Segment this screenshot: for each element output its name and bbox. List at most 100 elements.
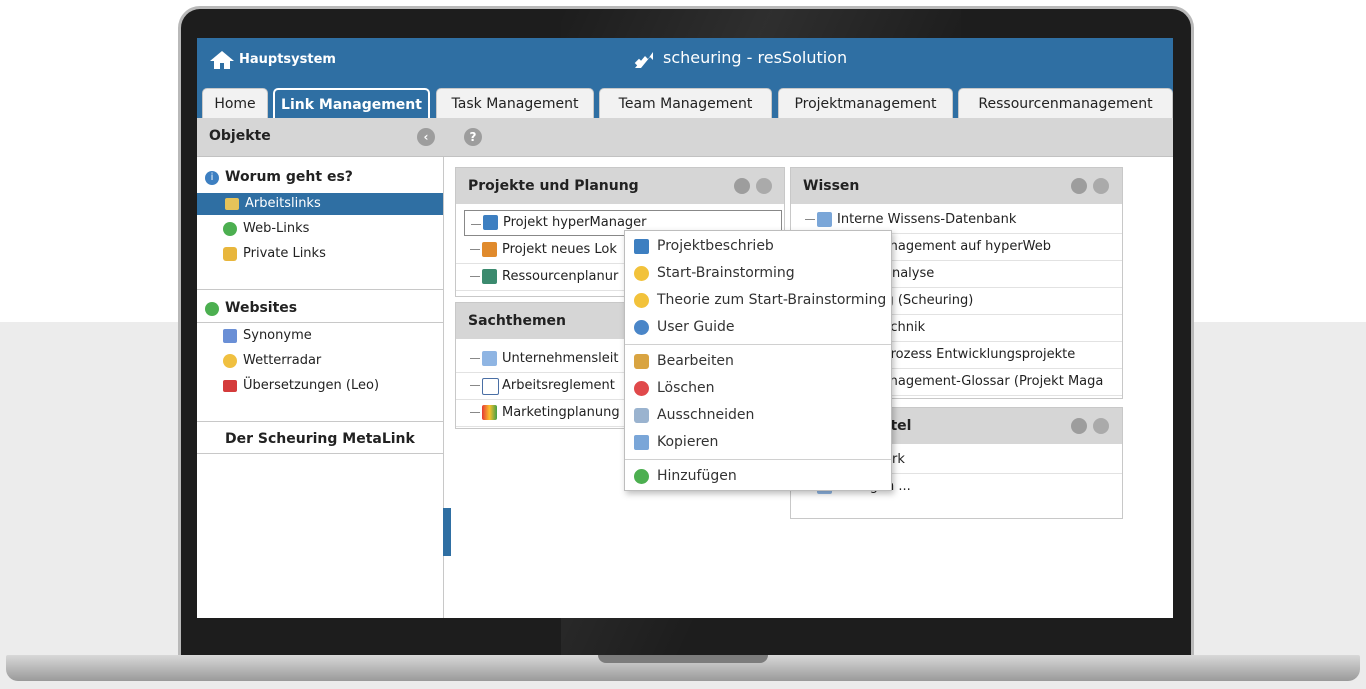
sidebar-splitter[interactable] (443, 508, 451, 556)
tab-ressourcenmanagement[interactable]: Ressourcenmanagement (958, 88, 1173, 118)
globe-icon (205, 302, 219, 316)
help-icon (634, 320, 649, 335)
menu-item-ausschneiden[interactable]: Ausschneiden (625, 402, 891, 428)
copy-icon (634, 435, 649, 450)
objects-bar: Objekte ‹ ? (197, 118, 1173, 157)
document-icon (482, 378, 499, 395)
menu-divider (625, 344, 891, 345)
menu-item-label: Kopieren (657, 434, 719, 450)
brand-logo-icon (634, 52, 653, 68)
chevron-left-icon[interactable]: ‹ (417, 128, 435, 146)
weather-icon (223, 354, 237, 368)
panel-title: Sachthemen (468, 313, 566, 329)
bulb-icon (634, 293, 649, 308)
delete-icon (634, 381, 649, 396)
top-bar: Hauptsystem scheuring - resSolution (197, 38, 1173, 82)
wrench-icon (225, 198, 239, 210)
sidebar: i Worum geht es? Arbeitslinks Web-Links … (197, 157, 444, 618)
menu-item-loeschen[interactable]: Löschen (625, 375, 891, 401)
globe-icon (223, 222, 237, 236)
sidebar-section-title[interactable]: Worum geht es? (225, 169, 353, 185)
sidebar-item-label: Wetterradar (243, 353, 322, 368)
dictionary-icon (223, 329, 237, 343)
chart-icon (482, 269, 497, 284)
list-item-label: Interne Wissens-Datenbank (837, 212, 1017, 227)
menu-item-label: User Guide (657, 319, 735, 335)
document-icon (482, 351, 497, 366)
sidebar-item-wetterradar[interactable]: Wetterradar (223, 350, 443, 372)
system-label[interactable]: Hauptsystem (239, 52, 336, 67)
menu-item-user-guide[interactable]: User Guide (625, 314, 891, 340)
tab-task-management[interactable]: Task Management (436, 88, 594, 118)
help-icon[interactable]: ? (464, 128, 482, 146)
edit-icon (634, 354, 649, 369)
tab-bar: Home Link Management Task Management Tea… (197, 82, 1173, 118)
sidebar-item-label: Arbeitslinks (245, 196, 321, 211)
divider (197, 289, 443, 290)
gear-icon[interactable] (756, 178, 772, 194)
list-item-label: rdprozess Entwicklungsprojekte (869, 347, 1076, 362)
panel-title: Wissen (803, 178, 860, 194)
menu-item-label: Ausschneiden (657, 407, 755, 423)
sidebar-metalink[interactable]: Der Scheuring MetaLink (225, 431, 415, 447)
menu-item-label: Theorie zum Start-Brainstorming (657, 292, 887, 308)
menu-item-bearbeiten[interactable]: Bearbeiten (625, 348, 891, 374)
gear-icon[interactable] (1093, 418, 1109, 434)
list-item-label: management-Glossar (Projekt Maga (869, 374, 1104, 389)
sidebar-item-arbeitslinks[interactable]: Arbeitslinks (197, 193, 443, 215)
list-item-label: Unternehmensleit (502, 351, 619, 366)
menu-item-start-brainstorming[interactable]: Start-Brainstorming (625, 260, 891, 286)
brand-title: scheuring - resSolution (634, 48, 848, 68)
sidebar-item-label: Private Links (243, 246, 326, 261)
add-icon (634, 469, 649, 484)
project-icon (482, 242, 497, 257)
context-menu: Projektbeschrieb Start-Brainstorming The… (624, 230, 892, 491)
menu-item-hinzufuegen[interactable]: Hinzufügen (625, 463, 891, 489)
list-item-label: Arbeitsreglement (502, 378, 615, 393)
menu-item-label: Löschen (657, 380, 715, 396)
gear-icon[interactable] (1093, 178, 1109, 194)
database-icon (817, 212, 832, 227)
sidebar-item-web-links[interactable]: Web-Links (223, 218, 443, 240)
sidebar-item-uebersetzungen[interactable]: Übersetzungen (Leo) (223, 375, 443, 397)
project-icon (483, 215, 498, 230)
sidebar-item-synonyme[interactable]: Synonyme (223, 325, 443, 347)
brand-label: scheuring - resSolution (663, 48, 848, 67)
sidebar-item-private-links[interactable]: Private Links (223, 243, 443, 265)
tab-link-management[interactable]: Link Management (273, 88, 430, 118)
menu-item-label: Start-Brainstorming (657, 265, 795, 281)
collapse-icon[interactable] (734, 178, 750, 194)
tab-team-management[interactable]: Team Management (599, 88, 772, 118)
list-item-label: Projekt neues Lok (502, 242, 617, 257)
lock-icon (223, 247, 237, 261)
objects-title: Objekte (209, 128, 271, 144)
translate-icon (223, 380, 237, 392)
bulb-icon (634, 266, 649, 281)
home-icon[interactable] (209, 50, 235, 70)
divider (197, 322, 443, 323)
list-item-label: Ressourcenplanur (502, 269, 619, 284)
info-icon: i (205, 171, 219, 185)
divider (197, 453, 443, 454)
sidebar-item-label: Web-Links (243, 221, 310, 236)
panel-title: Projekte und Planung (468, 178, 639, 194)
scissors-icon (634, 408, 649, 423)
collapse-icon[interactable] (1071, 418, 1087, 434)
book-icon (634, 239, 649, 254)
sidebar-section-title[interactable]: Websites (225, 300, 297, 316)
tab-projektmanagement[interactable]: Projektmanagement (778, 88, 953, 118)
menu-divider (625, 459, 891, 460)
laptop-notch (598, 655, 768, 663)
sidebar-item-label: Übersetzungen (Leo) (243, 378, 380, 393)
menu-item-projektbeschrieb[interactable]: Projektbeschrieb (625, 233, 891, 259)
menu-item-theorie[interactable]: Theorie zum Start-Brainstorming (625, 287, 891, 313)
sidebar-item-label: Synonyme (243, 328, 312, 343)
menu-item-kopieren[interactable]: Kopieren (625, 429, 891, 455)
tab-home[interactable]: Home (202, 88, 268, 118)
panel-header: Projekte und Planung (456, 168, 784, 204)
menu-item-label: Hinzufügen (657, 468, 737, 484)
app-screen: Hauptsystem scheuring - resSolution Home… (197, 38, 1173, 618)
divider (197, 421, 443, 422)
collapse-icon[interactable] (1071, 178, 1087, 194)
menu-item-label: Bearbeiten (657, 353, 734, 369)
